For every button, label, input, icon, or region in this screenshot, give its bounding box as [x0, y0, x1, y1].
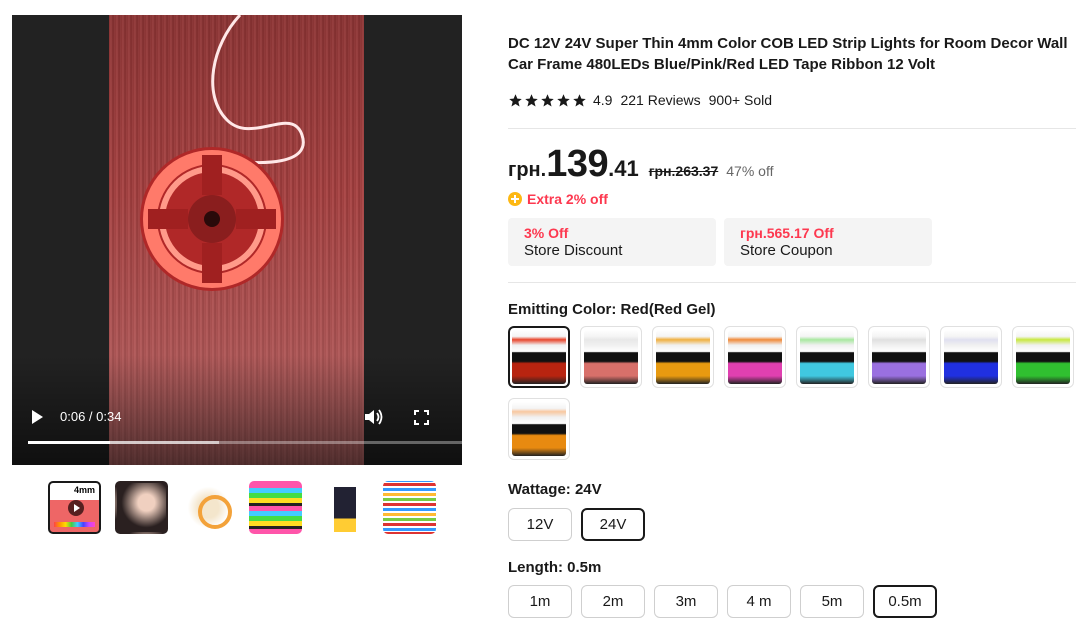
rating-row: 4.9 221 Reviews 900+ Sold — [508, 92, 772, 108]
thumbnail-strip: 4mm — [48, 481, 436, 534]
rating-score: 4.9 — [593, 92, 613, 108]
play-icon[interactable] — [30, 409, 44, 425]
star-icon — [509, 93, 522, 106]
swatch-image — [944, 330, 998, 384]
coupon-store-discount[interactable]: 3% Off Store Discount — [508, 218, 716, 266]
coupon-subtitle: Store Coupon — [740, 242, 833, 259]
wattage-options: 12V 24V — [508, 508, 645, 541]
thumbnail-3[interactable] — [182, 481, 235, 534]
wattage-label: Wattage: 24V — [508, 481, 602, 498]
length-label: Length: 0.5m — [508, 559, 602, 576]
coupon-title: 3% Off — [524, 225, 569, 241]
length-option[interactable]: 3m — [654, 585, 718, 618]
price-whole: 139 — [546, 143, 609, 185]
swatch-image — [872, 330, 926, 384]
thumbnail-6[interactable] — [383, 481, 436, 534]
color-swatch-green[interactable] — [1012, 326, 1074, 388]
color-swatch-grid — [508, 326, 1084, 460]
star-icon — [557, 93, 570, 106]
video-progress-bar[interactable] — [28, 441, 462, 444]
star-icon — [525, 93, 538, 106]
star-icon — [541, 93, 554, 106]
original-price: грн.263.37 — [648, 163, 719, 179]
price-currency: грн. — [508, 159, 547, 181]
swatch-image — [1016, 330, 1070, 384]
color-swatch-pink-white[interactable] — [580, 326, 642, 388]
length-option[interactable]: 2m — [581, 585, 645, 618]
reviews-link[interactable]: 221 Reviews — [620, 92, 700, 108]
length-option[interactable]: 0.5m — [873, 585, 937, 618]
color-swatch-orange[interactable] — [508, 398, 570, 460]
divider — [508, 128, 1076, 129]
product-title: DC 12V 24V Super Thin 4mm Color COB LED … — [508, 35, 1068, 73]
wattage-option[interactable]: 24V — [581, 508, 645, 541]
play-icon — [68, 500, 84, 516]
price-row: грн. 139 .41 грн.263.37 47% off — [508, 143, 773, 186]
emitting-color-label: Emitting Color: Red(Red Gel) — [508, 301, 716, 318]
coupon-store-coupon[interactable]: грн.565.17 Off Store Coupon — [724, 218, 932, 266]
coin-icon — [508, 192, 522, 206]
coupon-title: грн.565.17 Off — [740, 225, 834, 241]
wattage-option[interactable]: 12V — [508, 508, 572, 541]
star-rating — [508, 93, 587, 108]
color-swatch-purple[interactable] — [868, 326, 930, 388]
thumbnail-4[interactable] — [249, 481, 302, 534]
color-swatch-red[interactable] — [508, 326, 570, 388]
color-swatch-blue[interactable] — [940, 326, 1002, 388]
extra-discount-label: Extra 2% off — [527, 191, 608, 207]
color-swatch-warm-white[interactable] — [652, 326, 714, 388]
swatch-image — [800, 330, 854, 384]
thumbnail-tag: 4mm — [73, 485, 95, 495]
color-swatch-pink[interactable] — [724, 326, 786, 388]
product-video-player[interactable]: 0:06 / 0:34 — [12, 15, 462, 465]
length-options: 1m 2m 3m 4 m 5m 0.5m — [508, 585, 937, 618]
length-option[interactable]: 4 m — [727, 585, 791, 618]
discount-percent: 47% off — [726, 163, 774, 179]
swatch-image — [656, 330, 710, 384]
price-decimal: .41 — [608, 156, 639, 181]
thumbnail-video[interactable]: 4mm — [48, 481, 101, 534]
length-option[interactable]: 1m — [508, 585, 572, 618]
swatch-image — [512, 402, 566, 456]
thumbnail-strip-colors — [54, 522, 95, 527]
sold-count: 900+ Sold — [708, 92, 773, 108]
fullscreen-icon[interactable] — [414, 410, 429, 425]
swatch-image — [512, 330, 566, 384]
volume-icon[interactable] — [364, 408, 384, 426]
color-swatch-ice-blue[interactable] — [796, 326, 858, 388]
divider — [508, 282, 1076, 283]
length-option[interactable]: 5m — [800, 585, 864, 618]
thumbnail-2[interactable] — [115, 481, 168, 534]
extra-discount: Extra 2% off — [508, 191, 608, 207]
swatch-image — [728, 330, 782, 384]
video-time: 0:06 / 0:34 — [60, 409, 122, 424]
thumbnail-5[interactable] — [316, 481, 369, 534]
swatch-image — [584, 330, 638, 384]
star-icon — [573, 93, 586, 106]
video-played — [28, 441, 111, 444]
coupon-subtitle: Store Discount — [524, 242, 623, 259]
